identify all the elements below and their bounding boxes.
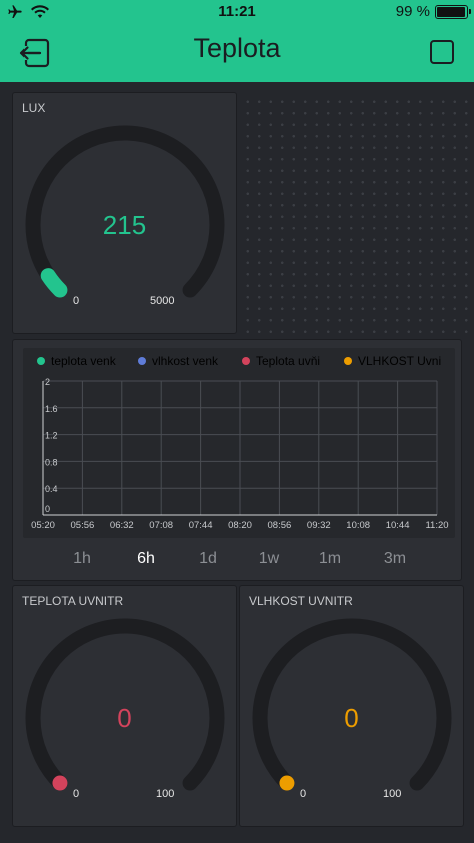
x-tick-label: 07:08: [149, 520, 173, 531]
teplota-uvnitr-gauge-widget[interactable]: TEPLOTA UVNITR 0 0 100: [12, 585, 237, 827]
app-screen: 11:21 99 % Teplota LUX 215 0 5000 teplot…: [0, 0, 474, 843]
y-tick-label: 2: [45, 377, 50, 387]
chart-area: teplota venk vlhkost venk Teplota uvňi V…: [23, 348, 455, 538]
teplota-gauge-min: 0: [73, 788, 80, 800]
battery-percentage: 99 %: [395, 3, 430, 20]
x-tick-label: 10:44: [386, 520, 410, 531]
y-tick-label: 0.8: [45, 457, 58, 467]
lux-gauge-max: 5000: [150, 295, 175, 307]
page-title: Teplota: [193, 33, 281, 63]
y-tick-label: 1.6: [45, 404, 58, 414]
range-tab-6h[interactable]: 6h: [126, 550, 166, 568]
superchart-widget[interactable]: teplota venk vlhkost venk Teplota uvňi V…: [12, 339, 462, 581]
x-tick-label: 10:08: [346, 520, 370, 531]
lux-gauge-fill: [40, 268, 68, 298]
vlhkost-gauge-value: 0: [344, 703, 359, 733]
lux-gauge-min: 0: [73, 295, 80, 307]
vlhkost-gauge-knob: [279, 775, 295, 791]
battery-icon: [435, 5, 471, 19]
empty-canvas-area: [238, 92, 474, 336]
vlhkost-gauge-min: 0: [300, 788, 307, 800]
y-tick-label: 0.4: [45, 484, 58, 494]
teplota-gauge-value: 0: [117, 703, 132, 733]
teplota-gauge-knob: [52, 775, 68, 791]
x-tick-label: 11:20: [425, 520, 448, 531]
vlhkost-gauge-max: 100: [383, 788, 402, 800]
vlhkost-uvnitr-gauge-widget[interactable]: VLHKOST UVNITR 0 0 100: [239, 585, 464, 827]
x-tick-label: 05:56: [71, 520, 95, 531]
x-tick-label: 08:20: [228, 520, 252, 531]
teplota-gauge-max: 100: [156, 788, 175, 800]
lux-gauge-value: 215: [102, 210, 147, 240]
x-tick-label: 06:32: [110, 520, 134, 531]
y-tick-label: 1.2: [45, 431, 58, 441]
lux-gauge-widget[interactable]: LUX 215 0 5000: [12, 92, 237, 334]
y-tick-label: 0: [45, 504, 50, 514]
range-tab-1d[interactable]: 1d: [188, 550, 228, 568]
range-tab-1w[interactable]: 1w: [249, 550, 289, 568]
stop-button[interactable]: [430, 40, 454, 64]
chart-plot: 2 1.6 1.2 0.8 0.4 0 05:20 05:56 06:32 07:08 07:44 0…: [31, 377, 448, 531]
range-tab-3m[interactable]: 3m: [375, 550, 415, 568]
x-tick-label: 08:56: [268, 520, 292, 531]
range-tab-1h[interactable]: 1h: [62, 550, 102, 568]
x-tick-label: 09:32: [307, 520, 331, 531]
x-tick-label: 07:44: [189, 520, 213, 531]
header-bar: 11:21 99 % Teplota: [0, 0, 474, 82]
range-tab-1m[interactable]: 1m: [310, 550, 350, 568]
x-tick-label: 05:20: [31, 520, 55, 531]
